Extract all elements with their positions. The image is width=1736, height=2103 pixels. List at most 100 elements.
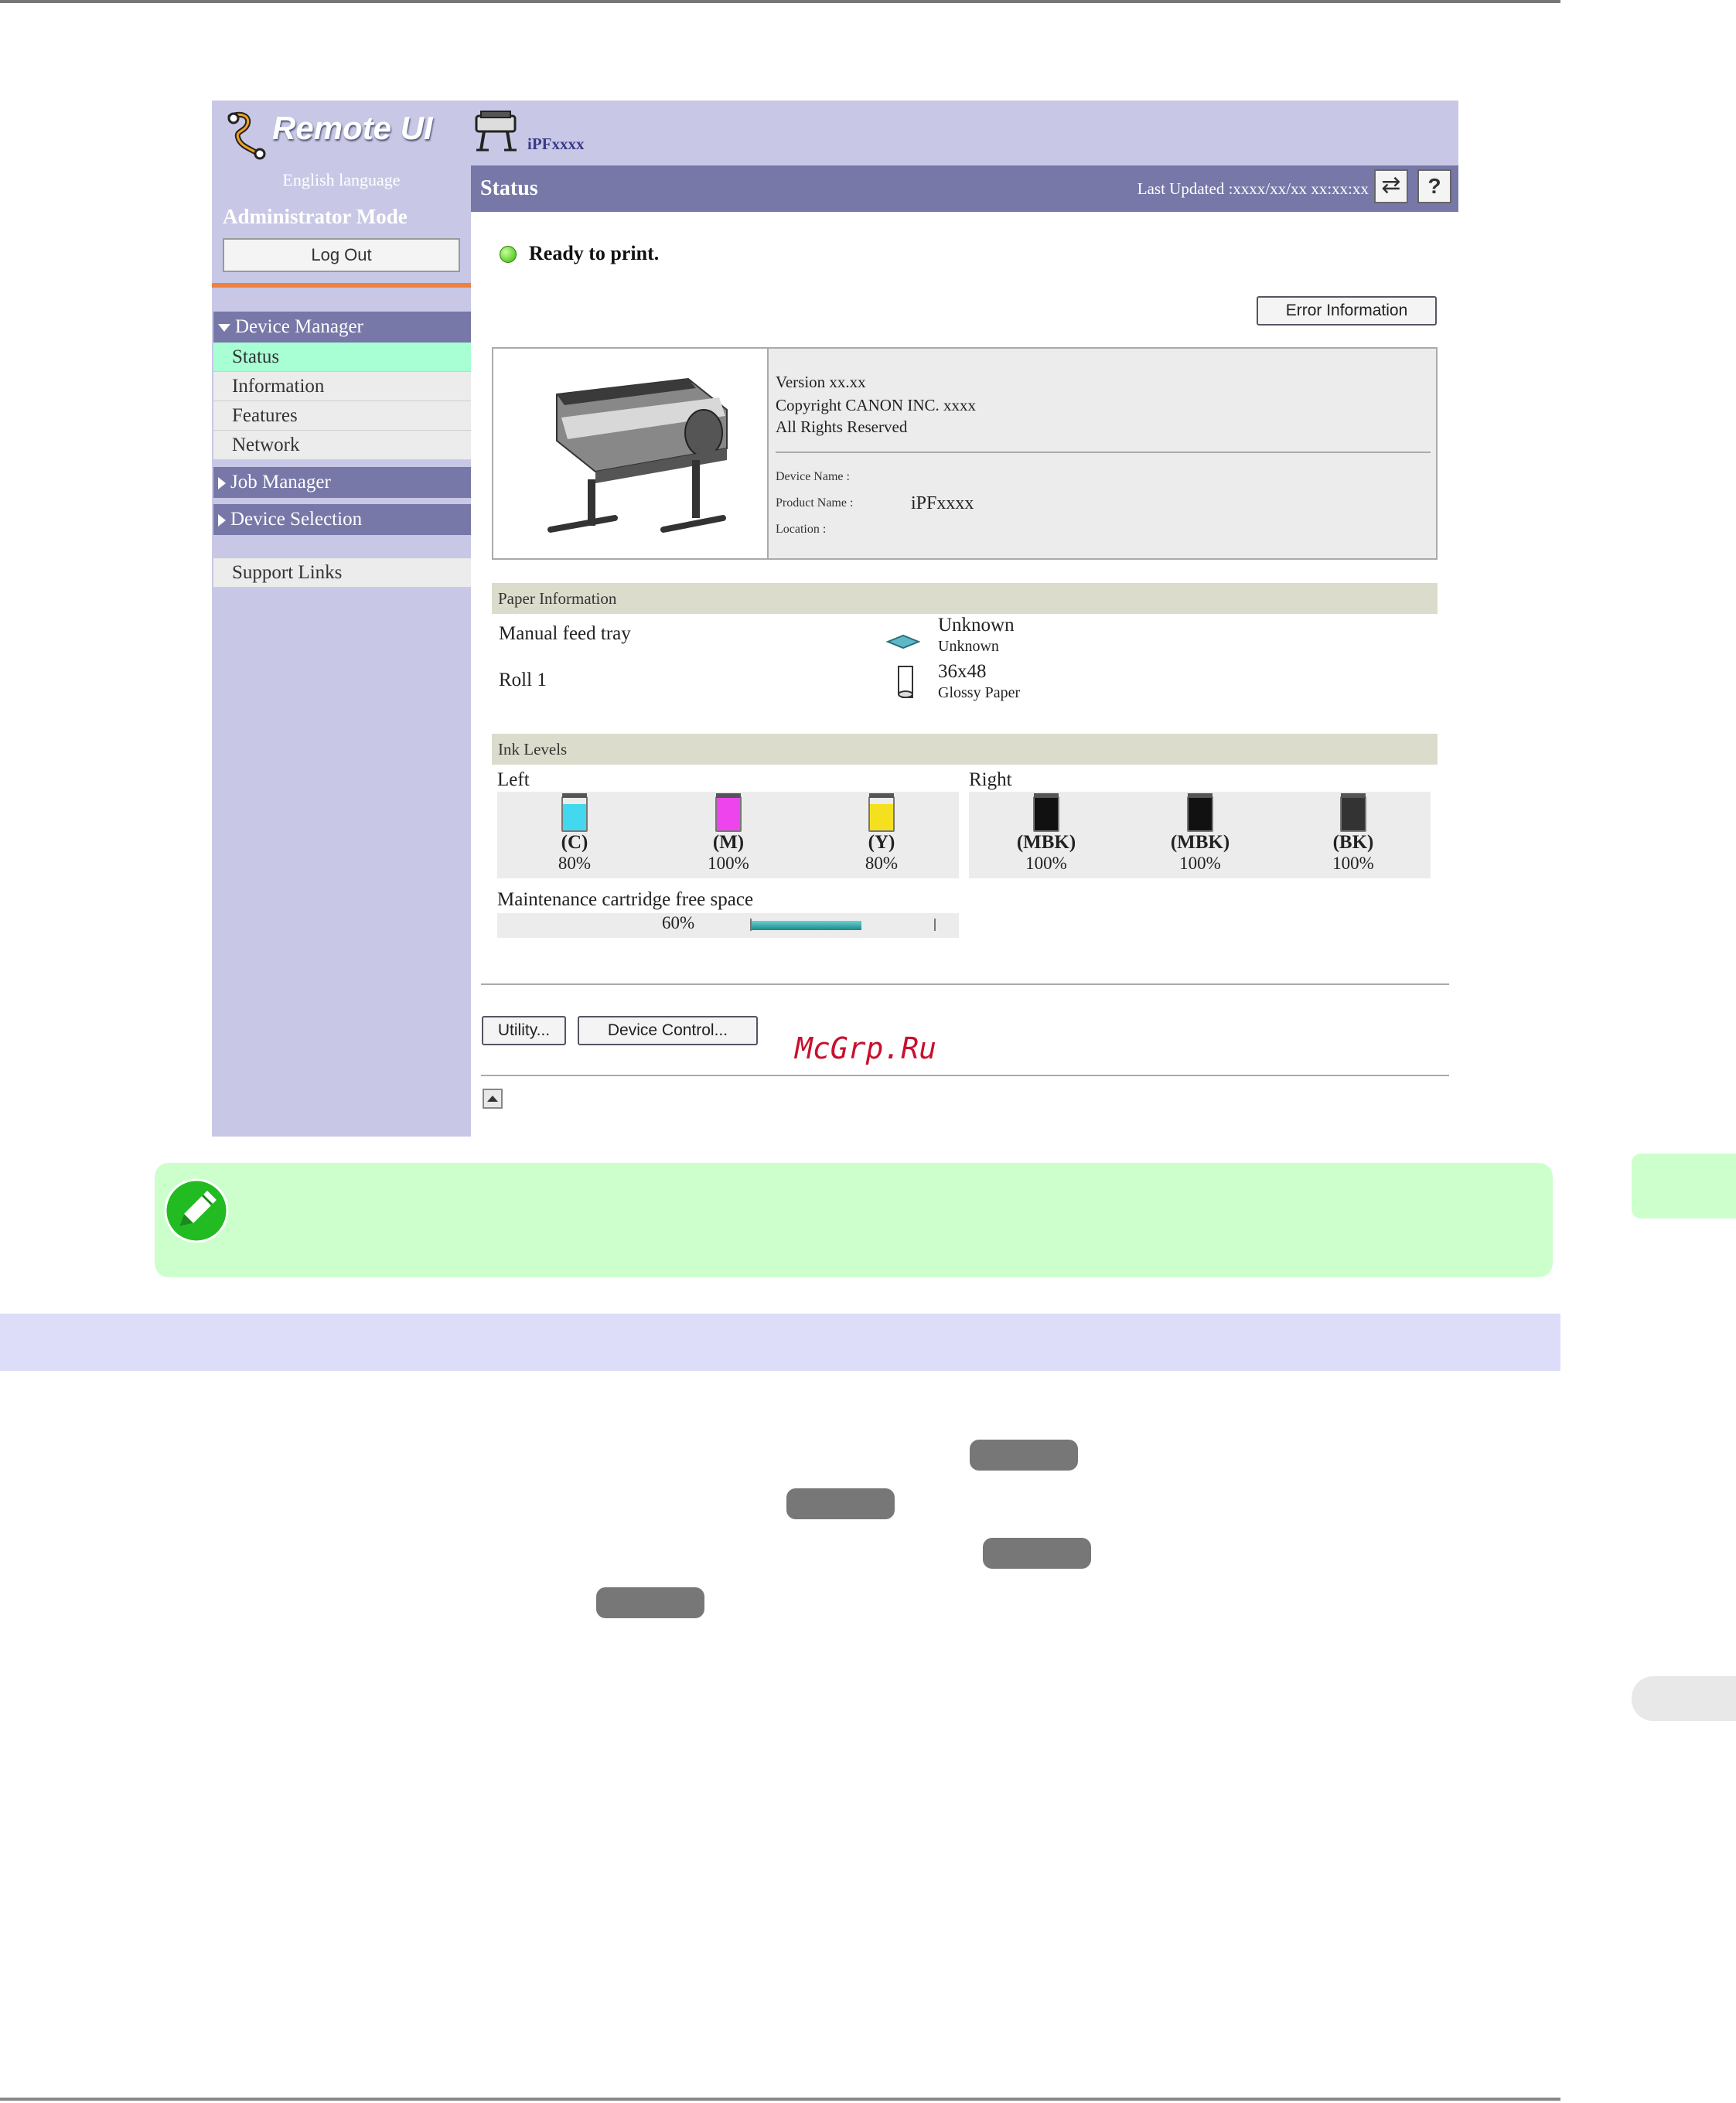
refresh-button[interactable]: ⇄ <box>1374 169 1408 203</box>
copyright-text: Copyright CANON INC. xxxx <box>776 396 977 414</box>
status-indicator-icon <box>500 246 517 263</box>
ink-tank-icon <box>1340 793 1366 832</box>
paper-source-roll: Roll 1 <box>499 670 547 690</box>
ink-name: (MBK) <box>1170 832 1230 853</box>
ink-cartridge-bk: (BK) 100% <box>1307 792 1400 874</box>
paper-source-manual: Manual feed tray <box>499 623 631 644</box>
ink-cartridge-y: (Y) 80% <box>835 792 928 874</box>
nav-device-manager[interactable]: Device Manager <box>213 312 471 343</box>
last-updated-text: Last Updated :xxxx/xx/xx xx:xx:xx <box>1137 179 1369 198</box>
actions-bottom-rule <box>481 1075 1449 1076</box>
ink-fill-mbk <box>1035 798 1058 830</box>
key-cap <box>786 1488 895 1519</box>
sidebar-item-information[interactable]: Information <box>213 372 471 401</box>
paper-info-header: Paper Information <box>492 583 1438 614</box>
nav-device-manager-label: Device Manager <box>235 316 363 337</box>
ink-cartridge-mbk-1: (MBK) 100% <box>1000 792 1093 874</box>
error-information-button[interactable]: Error Information <box>1257 296 1437 326</box>
sidebar-divider <box>212 283 471 288</box>
info-divider <box>776 452 1431 453</box>
ink-cartridge-c: (C) 80% <box>528 792 621 874</box>
tray-icon <box>886 634 920 649</box>
ink-percent: 80% <box>865 854 899 873</box>
admin-mode-label: Administrator Mode <box>223 205 408 228</box>
ink-percent: 100% <box>1179 854 1221 873</box>
ink-left-label: Left <box>497 769 530 790</box>
section-header-band <box>0 1314 1560 1371</box>
utility-button[interactable]: Utility... <box>482 1016 566 1045</box>
ink-percent: 80% <box>558 854 592 873</box>
sidebar-item-support-links[interactable]: Support Links <box>213 558 471 588</box>
actions-top-rule <box>481 983 1449 985</box>
product-name-label: Product Name : <box>776 496 854 510</box>
sidebar-item-status[interactable]: Status <box>213 343 471 372</box>
device-name-label: Device Name : <box>776 470 850 483</box>
nav-device-selection[interactable]: Device Selection <box>213 504 471 535</box>
device-control-button[interactable]: Device Control... <box>578 1016 758 1045</box>
ink-percent: 100% <box>1025 854 1067 873</box>
refresh-icon: ⇄ <box>1381 172 1401 198</box>
firmware-version: Version xx.xx <box>776 373 866 391</box>
paper-type-manual: Unknown <box>938 638 999 655</box>
ink-tank-icon <box>868 793 895 832</box>
ink-right-label: Right <box>969 769 1012 790</box>
device-name-header: iPFxxxx <box>527 135 585 153</box>
language-link[interactable]: English language <box>212 170 471 190</box>
maintenance-label: Maintenance cartridge free space <box>497 889 754 910</box>
maintenance-gauge-fill <box>752 921 861 930</box>
sidebar-item-features[interactable]: Features <box>213 401 471 431</box>
ink-percent: 100% <box>708 854 749 873</box>
caret-right-icon <box>218 514 226 527</box>
ink-fill-bk <box>1342 798 1365 830</box>
ink-tank-icon <box>561 793 588 832</box>
page-tab <box>1632 1676 1736 1721</box>
pencil-note-icon <box>164 1178 229 1243</box>
printer-icon <box>475 111 517 152</box>
paper-size-manual: Unknown <box>938 615 1015 636</box>
ink-fill-y <box>870 804 893 830</box>
ink-name: (MBK) <box>1016 832 1076 853</box>
chapter-tab <box>1632 1154 1736 1219</box>
paper-size-roll: 36x48 <box>938 661 987 682</box>
maintenance-percent: 60% <box>662 913 695 932</box>
key-cap <box>970 1440 1078 1471</box>
ink-fill-mbk <box>1189 798 1212 830</box>
printer-photo-icon <box>547 377 728 533</box>
ink-name: (C) <box>561 832 588 853</box>
product-name-value: iPFxxxx <box>911 493 974 513</box>
ink-cartridge-m: (M) 100% <box>682 792 775 874</box>
ink-cartridge-mbk-2: (MBK) 100% <box>1154 792 1247 874</box>
caret-right-icon <box>218 477 226 490</box>
status-message: Ready to print. <box>529 242 660 264</box>
ink-levels-header: Ink Levels <box>492 734 1438 765</box>
note-box <box>155 1163 1553 1277</box>
ink-name: (M) <box>712 832 745 853</box>
page-title: Status <box>480 176 538 200</box>
remote-ui-title: Remote UI <box>272 110 433 146</box>
ink-percent: 100% <box>1332 854 1374 873</box>
key-cap <box>596 1587 704 1618</box>
caret-down-icon <box>218 324 230 332</box>
help-button[interactable]: ? <box>1417 169 1451 203</box>
header-band <box>471 101 1458 165</box>
ink-fill-c <box>563 804 586 830</box>
ink-name: (Y) <box>868 832 895 853</box>
page-top-rule <box>0 0 1560 3</box>
ink-name: (BK) <box>1332 832 1374 853</box>
back-to-top-button[interactable] <box>483 1089 503 1109</box>
location-label: Location : <box>776 523 827 536</box>
logout-button[interactable]: Log Out <box>223 238 460 272</box>
nav-device-selection-label: Device Selection <box>230 509 363 530</box>
arrow-up-icon <box>487 1096 498 1102</box>
watermark: McGrp.Ru <box>795 1031 937 1065</box>
page-bottom-rule <box>0 2098 1560 2101</box>
ink-fill-m <box>717 798 740 830</box>
ink-tank-icon <box>1033 793 1059 832</box>
ink-tank-icon <box>715 793 742 832</box>
ink-tank-icon <box>1187 793 1213 832</box>
nav-job-manager[interactable]: Job Manager <box>213 467 471 498</box>
nav-job-manager-label: Job Manager <box>230 472 331 493</box>
paper-type-roll: Glossy Paper <box>938 684 1021 701</box>
key-cap <box>983 1538 1091 1569</box>
sidebar-item-network[interactable]: Network <box>213 431 471 460</box>
